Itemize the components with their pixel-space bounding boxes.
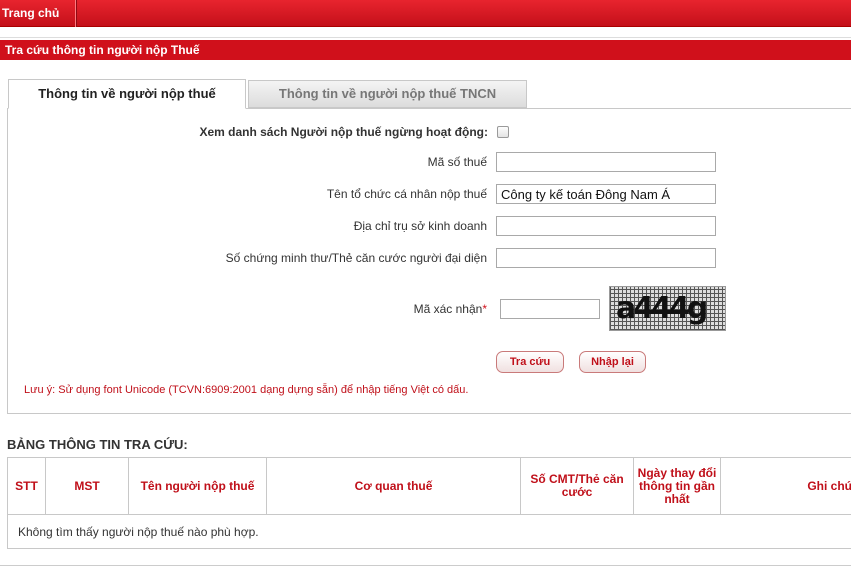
divider: [0, 37, 851, 38]
column-header-tax-office: Cơ quan thuế: [267, 458, 521, 515]
nav-home-link[interactable]: Trang chủ: [0, 0, 76, 27]
inactive-list-label: Xem danh sách Người nộp thuế ngừng hoạt …: [199, 125, 488, 139]
tab-taxpayer-info[interactable]: Thông tin về người nộp thuế: [8, 79, 246, 109]
top-nav-bar: Trang chủ: [0, 0, 851, 27]
tax-code-label: Mã số thuế: [427, 155, 487, 169]
column-header-id-number: Số CMT/Thẻ căn cước: [521, 458, 634, 515]
tab-personal-income-taxpayer-info[interactable]: Thông tin về người nộp thuế TNCN: [248, 80, 527, 108]
bottom-divider: [0, 565, 851, 566]
nav-divider: [76, 0, 77, 27]
empty-results-message: Không tìm thấy người nộp thuế nào phù hợ…: [18, 525, 259, 539]
tax-code-input[interactable]: [496, 152, 716, 172]
captcha-label: Mã xác nhận*: [413, 302, 487, 316]
address-label: Địa chỉ trụ sở kinh doanh: [353, 219, 487, 233]
column-header-taxpayer-name: Tên người nộp thuế: [129, 458, 267, 515]
results-title: BẢNG THÔNG TIN TRA CỨU:: [7, 437, 188, 452]
section-title: Tra cứu thông tin người nộp Thuế: [0, 40, 851, 60]
column-header-stt: STT: [8, 458, 46, 515]
name-label: Tên tổ chức cá nhân nộp thuế: [326, 187, 487, 201]
unicode-note: Lưu ý: Sử dụng font Unicode (TCVN:6909:2…: [24, 384, 469, 396]
search-button[interactable]: Tra cứu: [496, 351, 564, 373]
results-table: STT MST Tên người nộp thuế Cơ quan thuế …: [7, 457, 851, 549]
id-number-label: Số chứng minh thư/Thẻ căn cước người đại…: [225, 251, 487, 265]
captcha-input[interactable]: [500, 299, 600, 319]
column-header-notes: Ghi chú: [721, 458, 851, 515]
captcha-image: a444g: [609, 286, 726, 331]
column-header-mst: MST: [46, 458, 129, 515]
column-header-last-updated: Ngày thay đổi thông tin gần nhất: [634, 458, 721, 515]
required-mark: *: [482, 302, 487, 316]
address-input[interactable]: [496, 216, 716, 236]
reset-button[interactable]: Nhập lại: [579, 351, 646, 373]
id-number-input[interactable]: [496, 248, 716, 268]
inactive-list-checkbox[interactable]: [497, 126, 509, 138]
name-input[interactable]: [496, 184, 716, 204]
